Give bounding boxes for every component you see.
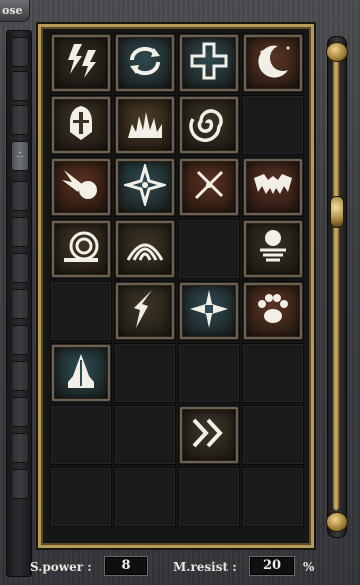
beast-paw-icon xyxy=(252,288,294,334)
skill-slot xyxy=(114,343,176,403)
skill-grid xyxy=(50,33,304,527)
side-tab-9[interactable] xyxy=(11,325,29,355)
skill-slot[interactable] xyxy=(50,343,112,403)
swirl-vortex-skill[interactable] xyxy=(180,97,238,153)
holy-cross-skill[interactable] xyxy=(180,35,238,91)
scroll-up-cap[interactable] xyxy=(326,42,348,62)
meteor-fireball-skill[interactable] xyxy=(52,159,110,215)
skill-slot[interactable] xyxy=(114,219,176,279)
crossed-sparks-icon xyxy=(188,164,230,210)
skill-slot xyxy=(114,405,176,465)
skill-slot[interactable] xyxy=(242,33,304,93)
dots-icon: ∴ xyxy=(16,150,24,161)
skill-slot xyxy=(178,219,240,279)
spirit-orb-icon xyxy=(252,226,294,272)
side-tab-11[interactable] xyxy=(11,397,29,427)
scrollbar-rail xyxy=(333,58,339,510)
skill-panel xyxy=(38,24,314,548)
spower-value: 8 xyxy=(104,556,148,576)
skill-slot xyxy=(242,467,304,527)
skill-window: ose ∴ S.power : 8 M.resist : 20 % xyxy=(0,0,360,585)
side-tab-7[interactable] xyxy=(11,253,29,283)
starburst-cross-icon xyxy=(188,288,230,334)
crescent-moon-icon xyxy=(252,40,294,86)
double-chevron-icon xyxy=(188,412,230,458)
skill-slot[interactable] xyxy=(242,219,304,279)
skill-slot[interactable] xyxy=(178,157,240,217)
skill-slot xyxy=(242,95,304,155)
holy-cross-icon xyxy=(188,40,230,86)
skill-slot[interactable] xyxy=(114,33,176,93)
skill-slot[interactable] xyxy=(178,405,240,465)
snail-shell-skill[interactable] xyxy=(52,221,110,277)
skill-slot[interactable] xyxy=(114,157,176,217)
double-chevron-skill[interactable] xyxy=(180,407,238,463)
skill-slot xyxy=(50,281,112,341)
skill-slot xyxy=(178,467,240,527)
skill-slot xyxy=(50,405,112,465)
armored-knight-skill[interactable] xyxy=(52,97,110,153)
mresist-label: M.resist : xyxy=(173,560,237,574)
armored-knight-icon xyxy=(60,102,102,148)
cycle-arrows-icon xyxy=(124,40,166,86)
lightning-bolts-skill[interactable] xyxy=(52,35,110,91)
side-tab-2[interactable] xyxy=(11,71,29,101)
side-tab-6[interactable] xyxy=(11,217,29,247)
burning-flames-icon xyxy=(124,102,166,148)
close-button[interactable]: ose xyxy=(0,0,30,22)
meteor-fireball-icon xyxy=(60,164,102,210)
swirl-vortex-icon xyxy=(188,102,230,148)
lightning-bolts-icon xyxy=(60,40,102,86)
mresist-value: 20 xyxy=(249,556,295,576)
skill-slot xyxy=(114,467,176,527)
shuriken-spin-icon xyxy=(121,161,169,210)
skill-slot xyxy=(242,343,304,403)
side-tab-3[interactable] xyxy=(11,105,29,135)
scroll-thumb[interactable] xyxy=(330,196,344,228)
lightning-crack-icon xyxy=(124,288,166,334)
skill-slot[interactable] xyxy=(242,281,304,341)
shuriken-spin-skill[interactable] xyxy=(116,159,174,215)
snail-shell-icon xyxy=(60,226,102,272)
cycle-arrows-skill[interactable] xyxy=(116,35,174,91)
praying-hands-icon xyxy=(60,350,102,396)
radiant-wave-skill[interactable] xyxy=(116,221,174,277)
side-tab-rail: ∴ xyxy=(6,30,32,577)
praying-hands-skill[interactable] xyxy=(52,345,110,401)
skill-slot xyxy=(178,343,240,403)
skill-slot[interactable] xyxy=(114,95,176,155)
spower-label: S.power : xyxy=(30,560,92,574)
skill-slot[interactable] xyxy=(178,33,240,93)
stats-bar: S.power : 8 M.resist : 20 % xyxy=(0,552,360,585)
skill-slot[interactable] xyxy=(50,219,112,279)
burning-flames-skill[interactable] xyxy=(116,97,174,153)
beast-paw-skill[interactable] xyxy=(244,283,302,339)
side-tab-13[interactable] xyxy=(11,469,29,499)
lightning-crack-skill[interactable] xyxy=(116,283,174,339)
bat-wings-skill[interactable] xyxy=(244,159,302,215)
skill-slot[interactable] xyxy=(178,95,240,155)
side-tab-12[interactable] xyxy=(11,433,29,463)
percent-unit: % xyxy=(303,560,315,574)
crossed-sparks-skill[interactable] xyxy=(180,159,238,215)
skill-slot[interactable] xyxy=(50,33,112,93)
side-tab-5[interactable] xyxy=(11,181,29,211)
skill-slot[interactable] xyxy=(50,157,112,217)
scroll-down-cap[interactable] xyxy=(326,512,348,532)
skill-slot[interactable] xyxy=(242,157,304,217)
skill-slot xyxy=(242,405,304,465)
spirit-orb-skill[interactable] xyxy=(244,221,302,277)
skill-slot[interactable] xyxy=(114,281,176,341)
side-tab-8[interactable] xyxy=(11,289,29,319)
radiant-wave-icon xyxy=(124,226,166,272)
side-tab-active[interactable]: ∴ xyxy=(11,141,29,171)
starburst-cross-skill[interactable] xyxy=(180,283,238,339)
side-tab-10[interactable] xyxy=(11,361,29,391)
skill-slot[interactable] xyxy=(178,281,240,341)
bat-wings-icon xyxy=(252,164,294,210)
skill-slot[interactable] xyxy=(50,95,112,155)
side-tab-1[interactable] xyxy=(11,37,29,67)
skill-slot xyxy=(50,467,112,527)
crescent-moon-skill[interactable] xyxy=(244,35,302,91)
